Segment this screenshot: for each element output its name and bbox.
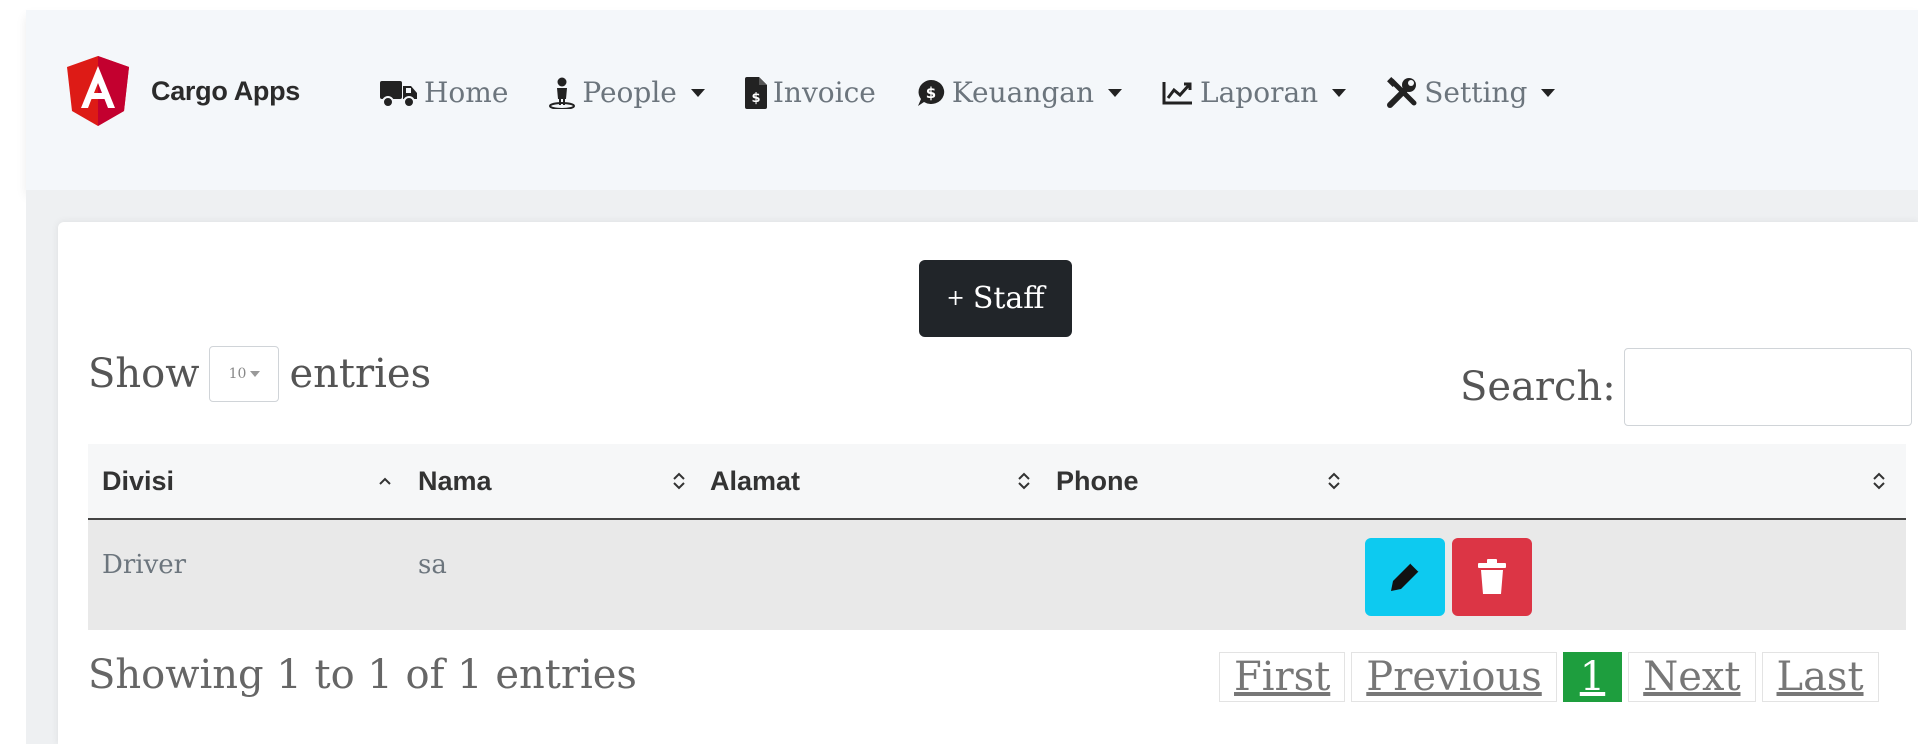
nav-laporan-label: Laporan [1200, 76, 1319, 109]
chevron-down-icon [1108, 88, 1123, 97]
add-staff-label: Staff [972, 281, 1045, 316]
tools-icon [1387, 76, 1417, 108]
chevron-down-icon [250, 371, 261, 377]
delete-button[interactable] [1452, 538, 1532, 616]
chevron-down-icon [1541, 88, 1556, 97]
nav-laporan[interactable]: Laporan [1162, 76, 1347, 109]
add-staff-button[interactable]: + Staff [919, 260, 1072, 337]
brand-name: Cargo Apps [151, 75, 301, 106]
page-first[interactable]: First [1219, 652, 1346, 702]
page-current[interactable]: 1 [1562, 652, 1623, 702]
page-next[interactable]: Next [1628, 652, 1756, 702]
sort-icon[interactable] [1013, 470, 1035, 492]
chevron-down-icon [690, 88, 705, 97]
page-previous[interactable]: Previous [1351, 652, 1557, 702]
nav-setting-label: Setting [1424, 76, 1528, 109]
pen-icon [1391, 562, 1420, 591]
search-label: Search: [1460, 364, 1616, 410]
truck-icon [380, 80, 417, 108]
nav-home-label: Home [424, 76, 509, 109]
cell-nama: sa [418, 550, 447, 580]
nav-people-label: People [582, 76, 677, 109]
pagination: First Previous 1 Next Last [1219, 652, 1885, 702]
nav-keuangan[interactable]: $ Keuangan [916, 76, 1123, 109]
sort-icon[interactable] [1868, 470, 1890, 492]
trash-icon [1478, 559, 1506, 594]
entries-select-value: 10 [228, 366, 247, 382]
length-menu: Show 10 entries [88, 346, 431, 402]
search-input[interactable] [1623, 348, 1912, 426]
column-phone[interactable]: Phone [1056, 444, 1139, 518]
search-box: Search: [1460, 348, 1912, 426]
table-row: Driver sa [88, 520, 1906, 630]
svg-text:$: $ [751, 91, 760, 106]
sort-icon[interactable] [668, 470, 690, 492]
sort-asc-icon[interactable] [374, 470, 396, 492]
edit-button[interactable] [1365, 538, 1445, 616]
cell-divisi: Driver [102, 550, 187, 580]
money-icon: $ [917, 79, 945, 106]
chart-line-icon [1162, 81, 1193, 104]
staff-table: Divisi Nama Alamat Phone Driver sa [88, 444, 1906, 630]
entries-select[interactable]: 10 [209, 346, 280, 402]
column-alamat[interactable]: Alamat [710, 444, 800, 518]
main-nav: Home People $ Invoice $ Keuangan Laporan… [380, 76, 1595, 109]
nav-invoice[interactable]: $ Invoice [744, 76, 876, 109]
length-menu-suffix: entries [289, 351, 432, 397]
length-menu-prefix: Show [88, 351, 200, 397]
nav-home[interactable]: Home [380, 76, 508, 109]
nav-setting[interactable]: Setting [1386, 76, 1556, 109]
invoice-icon: $ [744, 76, 767, 109]
person-icon [549, 77, 576, 109]
brand[interactable]: Cargo Apps [67, 56, 300, 126]
plus-icon: + [946, 286, 965, 311]
chevron-down-icon [1332, 88, 1347, 97]
navbar: Cargo Apps Home People $ Invoice $ Keuan… [26, 10, 1918, 190]
nav-keuangan-label: Keuangan [951, 76, 1095, 109]
svg-text:$: $ [926, 84, 936, 102]
sort-icon[interactable] [1323, 470, 1345, 492]
column-nama[interactable]: Nama [418, 444, 492, 518]
column-divisi[interactable]: Divisi [102, 444, 174, 518]
nav-people[interactable]: People [548, 76, 705, 109]
table-header: Divisi Nama Alamat Phone [88, 444, 1906, 520]
table-info: Showing 1 to 1 of 1 entries [88, 652, 637, 698]
page-last[interactable]: Last [1761, 652, 1879, 702]
angular-logo-icon [67, 56, 129, 126]
nav-invoice-label: Invoice [772, 76, 876, 109]
top-band [0, 0, 1918, 10]
